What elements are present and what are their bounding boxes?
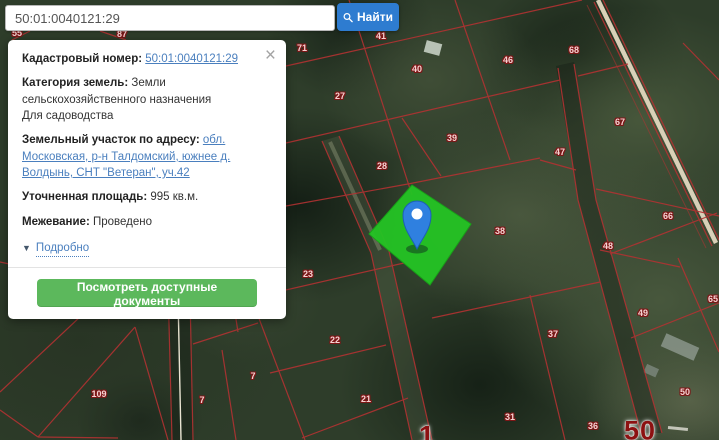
search-button[interactable]: Найти: [337, 3, 399, 31]
survey-row: Межевание: Проведено: [22, 214, 272, 230]
details-label: Подробно: [35, 240, 90, 258]
search-button-label: Найти: [357, 10, 393, 24]
survey-value: Проведено: [92, 215, 153, 228]
parcel-info-popup: × Кадастровый номер: 50:01:0040121:29 Ка…: [8, 40, 286, 320]
land-use-value: Для садоводства: [22, 109, 114, 122]
address-label: Земельный участок по адресу:: [22, 134, 200, 147]
search-input[interactable]: [5, 5, 335, 31]
map-canvas[interactable]: 5587714140274668392847676648654938371081…: [0, 0, 719, 440]
area-row: Уточненная площадь: 995 кв.м.: [22, 189, 272, 205]
land-category-label: Категория земель:: [22, 77, 129, 90]
cadastral-number-label: Кадастровый номер:: [22, 53, 143, 65]
view-documents-button[interactable]: Посмотреть доступные документы: [37, 279, 257, 308]
land-category-row: Категория земель: Земли сельскохозяйстве…: [22, 75, 272, 108]
chevron-down-icon: ▼: [22, 243, 31, 254]
survey-label: Межевание:: [22, 215, 90, 228]
cadastral-number-row: Кадастровый номер: 50:01:0040121:29: [22, 51, 272, 67]
search-icon: [343, 12, 353, 22]
area-label: Уточненная площадь:: [22, 191, 148, 204]
dirt-road: [595, 0, 719, 244]
cadastral-number-link[interactable]: 50:01:0040121:29: [145, 53, 238, 65]
divider: [8, 267, 286, 269]
pin-dot: [411, 208, 423, 220]
details-toggle[interactable]: ▼ Подробно: [22, 240, 90, 258]
close-icon[interactable]: ×: [265, 46, 276, 65]
address-row: Земельный участок по адресу: обл. Москов…: [22, 132, 272, 181]
area-value: 995 кв.м.: [150, 191, 199, 204]
land-use-row: Для садоводства: [22, 108, 272, 124]
